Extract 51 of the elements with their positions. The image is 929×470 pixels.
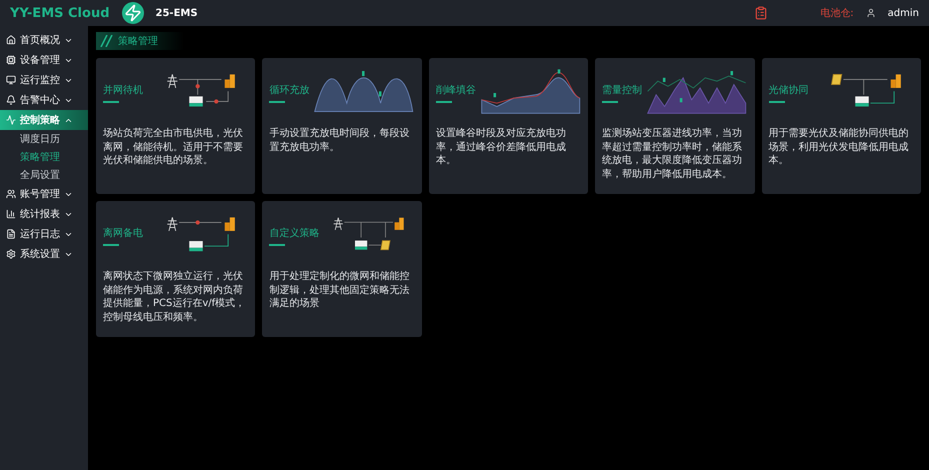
strategy-card[interactable]: 并网待机 场站负荷完全由市电供电，光伏离网，储能待机。适用于不需要光伏和储能供电的场景。 bbox=[96, 58, 256, 194]
card-title: 削峰填谷 bbox=[436, 84, 476, 97]
sidebar-subitem[interactable]: 策略管理 bbox=[0, 148, 88, 166]
sidebar-item[interactable]: 告警中心 bbox=[0, 90, 88, 110]
card-description: 手动设置充放电时间段，每段设置充放电功率。 bbox=[269, 127, 410, 154]
user-menu[interactable]: admin bbox=[888, 8, 919, 18]
bar-chart-icon bbox=[6, 209, 16, 219]
chip-icon bbox=[6, 55, 16, 65]
slashes-icon bbox=[100, 35, 114, 47]
strategy-card[interactable]: 循环充放 手动设置充放电时间段，每段设置充放电功率。 bbox=[262, 58, 422, 194]
app-logo: YY-EMS Cloud bbox=[10, 6, 110, 20]
card-title: 自定义策略 bbox=[269, 226, 320, 240]
sidebar-item[interactable]: 统计报表 bbox=[0, 204, 88, 224]
card-title: 离网备电 bbox=[103, 226, 143, 240]
strategy-card[interactable]: 离网备电 离网状态下微网独立运行，光伏储能作为电源，系统对网内负荷提供能量，PCS运行在v/f模式，控制母线电压和频率。 bbox=[96, 201, 256, 337]
card-title: 并网待机 bbox=[103, 84, 143, 97]
users-icon bbox=[6, 189, 16, 199]
settings-icon bbox=[6, 249, 16, 259]
card-description: 监测场站变压器进线功率，当功率超过需量控制功率时，储能系统放电，最大限度降低变压器功率，帮助用户降低用电成本。 bbox=[602, 127, 744, 181]
card-title: 需量控制 bbox=[602, 84, 642, 97]
station-label: 电池仓: bbox=[820, 6, 854, 20]
lightning-icon bbox=[122, 2, 144, 24]
sidebar-item[interactable]: 控制策略 bbox=[0, 110, 88, 130]
clipboard-icon[interactable] bbox=[754, 6, 768, 20]
monitor-icon bbox=[6, 75, 16, 85]
card-title: 光储协同 bbox=[768, 84, 809, 97]
strategy-card[interactable]: 光储协同 用于需要光伏及储能协同供电的场景，利用光伏发电降低用电成本。 bbox=[762, 58, 921, 194]
bell-icon bbox=[6, 95, 16, 105]
sidebar-item[interactable]: 账号管理 bbox=[0, 184, 88, 204]
sidebar-item[interactable]: 运行监控 bbox=[0, 70, 88, 90]
card-description: 用于需要光伏及储能协同供电的场景，利用光伏发电降低用电成本。 bbox=[768, 127, 910, 168]
strategy-card[interactable]: 削峰填谷 设置峰谷时段及对应充放电功率，通过峰谷价差降低用电成本。 bbox=[428, 58, 588, 194]
strategy-card[interactable]: 需量控制 监测场站变压器进线功率，当功率超过需量控制功率时，储能系统放电，最大限度降低变压器功率，帮助用户降低用电成本。 bbox=[595, 58, 755, 194]
project-name: 25-EMS bbox=[156, 8, 198, 18]
card-title: 循环充放 bbox=[269, 84, 310, 97]
document-icon bbox=[6, 229, 16, 239]
sidebar-item[interactable]: 运行日志 bbox=[0, 224, 88, 244]
strategy-card[interactable]: 自定义策略 用于处理定制化的微网和储能控制逻辑，处理其他固定策略无法满足的场景 bbox=[262, 201, 422, 337]
home-icon bbox=[6, 35, 16, 45]
sidebar-subitem[interactable]: 全局设置 bbox=[0, 166, 88, 184]
card-description: 设置峰谷时段及对应充放电功率，通过峰谷价差降低用电成本。 bbox=[436, 127, 567, 168]
sidebar-item[interactable]: 设备管理 bbox=[0, 50, 88, 70]
card-description: 用于处理定制化的微网和储能控制逻辑，处理其他固定策略无法满足的场景 bbox=[269, 270, 410, 310]
sidebar-item[interactable]: 首页概况 bbox=[0, 30, 88, 50]
page-title: 策略管理 bbox=[118, 35, 158, 48]
sidebar-item[interactable]: 系统设置 bbox=[0, 244, 88, 264]
pulse-icon bbox=[6, 115, 16, 125]
user-icon bbox=[866, 8, 876, 18]
card-description: 离网状态下微网独立运行，光伏储能作为电源，系统对网内负荷提供能量，PCS运行在v/f模式，控制母线电压和频率。 bbox=[103, 270, 246, 324]
card-description: 场站负荷完全由市电供电，光伏离网，储能待机。适用于不需要光伏和储能供电的场景。 bbox=[103, 127, 244, 168]
sidebar-subitem[interactable]: 调度日历 bbox=[0, 130, 88, 148]
